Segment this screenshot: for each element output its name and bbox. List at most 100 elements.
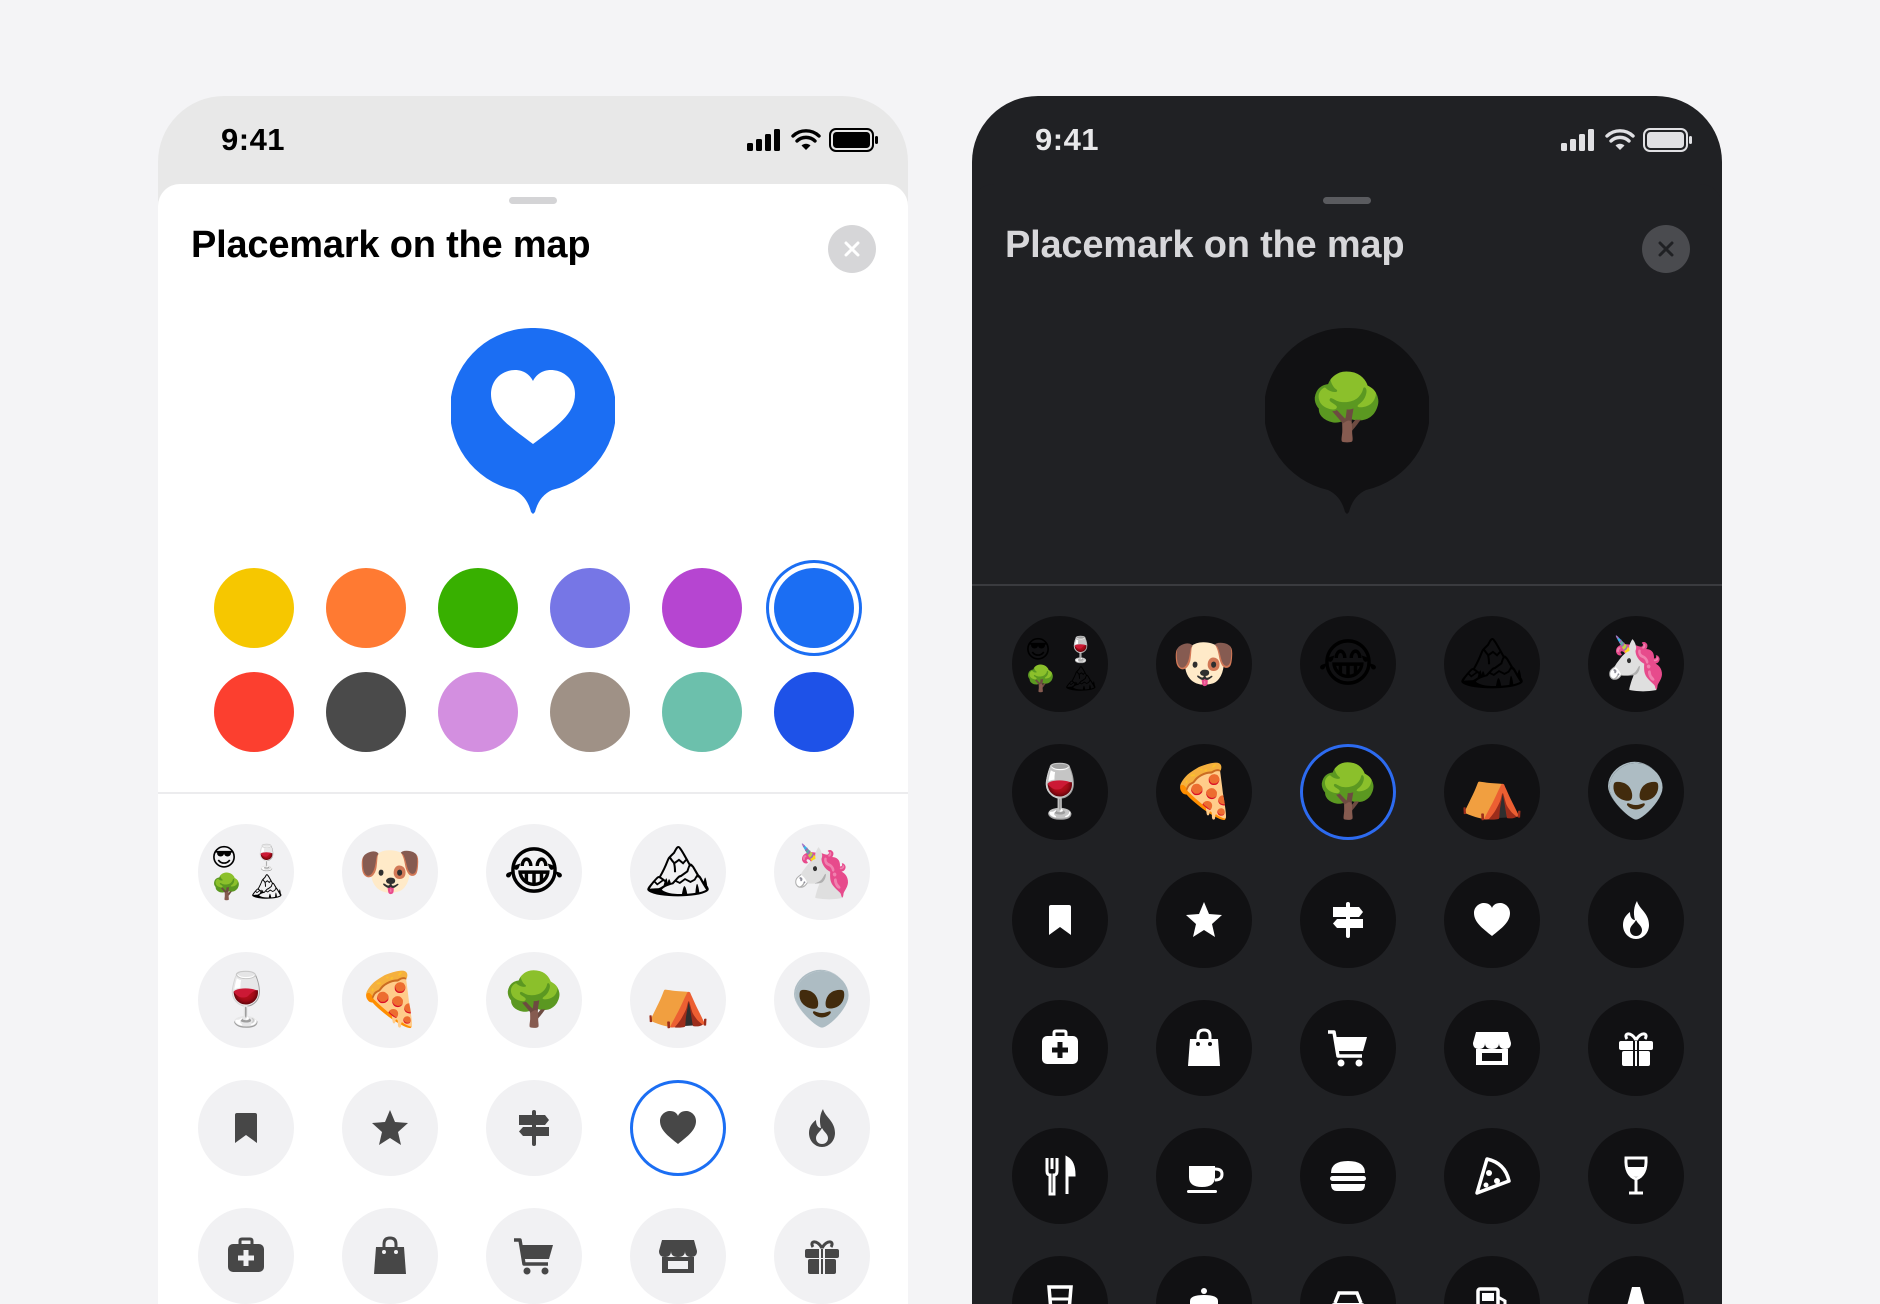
sheet-title: Placemark on the map [191, 224, 591, 266]
icon-option-gas-station-icon[interactable] [1444, 1256, 1540, 1304]
icon-option-dog-emoji[interactable]: 🐶 [342, 824, 438, 920]
gift-icon [799, 1233, 845, 1279]
pizza-emoji: 🍕 [1171, 762, 1237, 822]
color-swatch[interactable] [662, 568, 742, 648]
icon-option-tree-emoji[interactable]: 🌳 [486, 952, 582, 1048]
icon-option-unicorn-emoji[interactable]: 🦄 [1588, 616, 1684, 712]
cart-icon [511, 1233, 557, 1279]
first-aid-icon [223, 1233, 269, 1279]
icon-option-dog-emoji[interactable]: 🐶 [1156, 616, 1252, 712]
icon-option-unicorn-emoji[interactable]: 🦄 [774, 824, 870, 920]
burger-icon [1325, 1153, 1371, 1199]
cellular-signal-icon [747, 129, 780, 151]
emoji-combo-icon: 😎 🍷 🌳 🏔 [211, 843, 283, 901]
tree-emoji: 🌳 [1315, 762, 1381, 822]
icon-option-bookmark-icon[interactable] [1012, 872, 1108, 968]
color-swatch[interactable] [214, 672, 294, 752]
fire-icon [799, 1105, 845, 1151]
color-swatch[interactable] [214, 568, 294, 648]
fire-icon [1613, 897, 1659, 943]
placemark-preview [451, 328, 615, 514]
icon-option-tent-emoji[interactable]: ⛺ [1444, 744, 1540, 840]
icon-option-heart-icon[interactable] [1444, 872, 1540, 968]
icon-option-fire-icon[interactable] [1588, 872, 1684, 968]
wine-emoji: 🍷 [213, 970, 279, 1030]
icon-option-burger-icon[interactable] [1300, 1128, 1396, 1224]
icon-option-alien-emoji[interactable]: 👽 [1588, 744, 1684, 840]
icon-option-glass-icon[interactable] [1012, 1256, 1108, 1304]
icon-option-cone-icon[interactable] [1588, 1256, 1684, 1304]
icon-option-wine-emoji[interactable]: 🍷 [1012, 744, 1108, 840]
mountain-emoji: 🏔 [1458, 634, 1525, 694]
icon-option-tree-emoji[interactable]: 🌳 [1300, 744, 1396, 840]
cone-icon [1613, 1281, 1659, 1304]
icon-option-first-aid-icon[interactable] [1012, 1000, 1108, 1096]
color-swatch[interactable] [438, 568, 518, 648]
icon-option-car-icon[interactable] [1300, 1256, 1396, 1304]
icon-option-mountain-emoji[interactable]: 🏔 [1444, 616, 1540, 712]
shopping-bag-icon [1181, 1025, 1227, 1071]
color-swatch[interactable] [550, 672, 630, 752]
icon-option-heart-icon[interactable] [630, 1080, 726, 1176]
color-swatch[interactable] [326, 568, 406, 648]
icon-option-pizza-slice-icon[interactable] [1444, 1128, 1540, 1224]
icon-option-store-icon[interactable] [630, 1208, 726, 1304]
wifi-icon [1605, 129, 1635, 150]
close-button[interactable] [1642, 225, 1690, 273]
icon-option-star-icon[interactable] [342, 1080, 438, 1176]
status-time: 9:41 [1035, 122, 1100, 157]
color-swatch[interactable] [438, 672, 518, 752]
bookmark-icon [1037, 897, 1083, 943]
icon-option-tent-emoji[interactable]: ⛺ [630, 952, 726, 1048]
icon-option-coffee-cup-icon[interactable] [1156, 1128, 1252, 1224]
icon-option-emoji-combo[interactable]: 😎 🍷 🌳 🏔 [1012, 616, 1108, 712]
laughing-emoji: 😂 [503, 842, 565, 902]
wine-glass-icon [1613, 1153, 1659, 1199]
color-swatch[interactable] [326, 672, 406, 752]
icon-option-gift-icon[interactable] [1588, 1000, 1684, 1096]
sheet-grabber[interactable] [509, 197, 557, 204]
unicorn-emoji: 🦄 [1603, 634, 1669, 694]
color-swatch[interactable] [774, 568, 854, 648]
close-button[interactable] [828, 225, 876, 273]
color-swatch[interactable] [662, 672, 742, 752]
icon-option-bookmark-icon[interactable] [198, 1080, 294, 1176]
icon-option-shopping-bag-icon[interactable] [342, 1208, 438, 1304]
icon-option-cart-icon[interactable] [1300, 1000, 1396, 1096]
dog-emoji: 🐶 [357, 842, 423, 902]
icon-option-pizza-emoji[interactable]: 🍕 [342, 952, 438, 1048]
icon-option-star-icon[interactable] [1156, 872, 1252, 968]
status-bar: 9:41 [158, 96, 908, 184]
icon-option-emoji-combo[interactable]: 😎 🍷 🌳 🏔 [198, 824, 294, 920]
icon-option-fire-icon[interactable] [774, 1080, 870, 1176]
icon-option-first-aid-icon[interactable] [198, 1208, 294, 1304]
icon-option-pizza-emoji[interactable]: 🍕 [1156, 744, 1252, 840]
mountain-emoji: 🏔 [644, 842, 711, 902]
icon-option-shopping-bag-icon[interactable] [1156, 1000, 1252, 1096]
icon-option-alien-emoji[interactable]: 👽 [774, 952, 870, 1048]
unicorn-emoji: 🦄 [789, 842, 855, 902]
sheet-grabber[interactable] [1323, 197, 1371, 204]
icon-option-laughing-emoji[interactable]: 😂 [1300, 616, 1396, 712]
icon-option-gift-icon[interactable] [774, 1208, 870, 1304]
color-swatch[interactable] [550, 568, 630, 648]
icon-option-wine-glass-icon[interactable] [1588, 1128, 1684, 1224]
bottom-sheet: Placemark on the map 🌳 😎 🍷 🌳 🏔 🐶 😂 🏔 🦄 🍷 🍕 🌳 ⛺ 👽 [972, 184, 1722, 1304]
tent-emoji: ⛺ [645, 970, 711, 1030]
icon-option-wine-emoji[interactable]: 🍷 [198, 952, 294, 1048]
icon-option-signpost-icon[interactable] [1300, 872, 1396, 968]
icon-option-laughing-emoji[interactable]: 😂 [486, 824, 582, 920]
pizza-slice-icon [1469, 1153, 1515, 1199]
icon-option-store-icon[interactable] [1444, 1000, 1540, 1096]
heart-icon [1469, 897, 1515, 943]
car-icon [1325, 1281, 1371, 1304]
status-bar: 9:41 [972, 96, 1722, 184]
icon-option-cart-icon[interactable] [486, 1208, 582, 1304]
color-swatch[interactable] [774, 672, 854, 752]
emoji-combo-icon: 😎 🍷 🌳 🏔 [1025, 635, 1097, 693]
icon-option-teapot-icon[interactable] [1156, 1256, 1252, 1304]
tree-emoji: 🌳 [1307, 371, 1387, 445]
icon-option-fork-knife-icon[interactable] [1012, 1128, 1108, 1224]
icon-option-mountain-emoji[interactable]: 🏔 [630, 824, 726, 920]
icon-option-signpost-icon[interactable] [486, 1080, 582, 1176]
